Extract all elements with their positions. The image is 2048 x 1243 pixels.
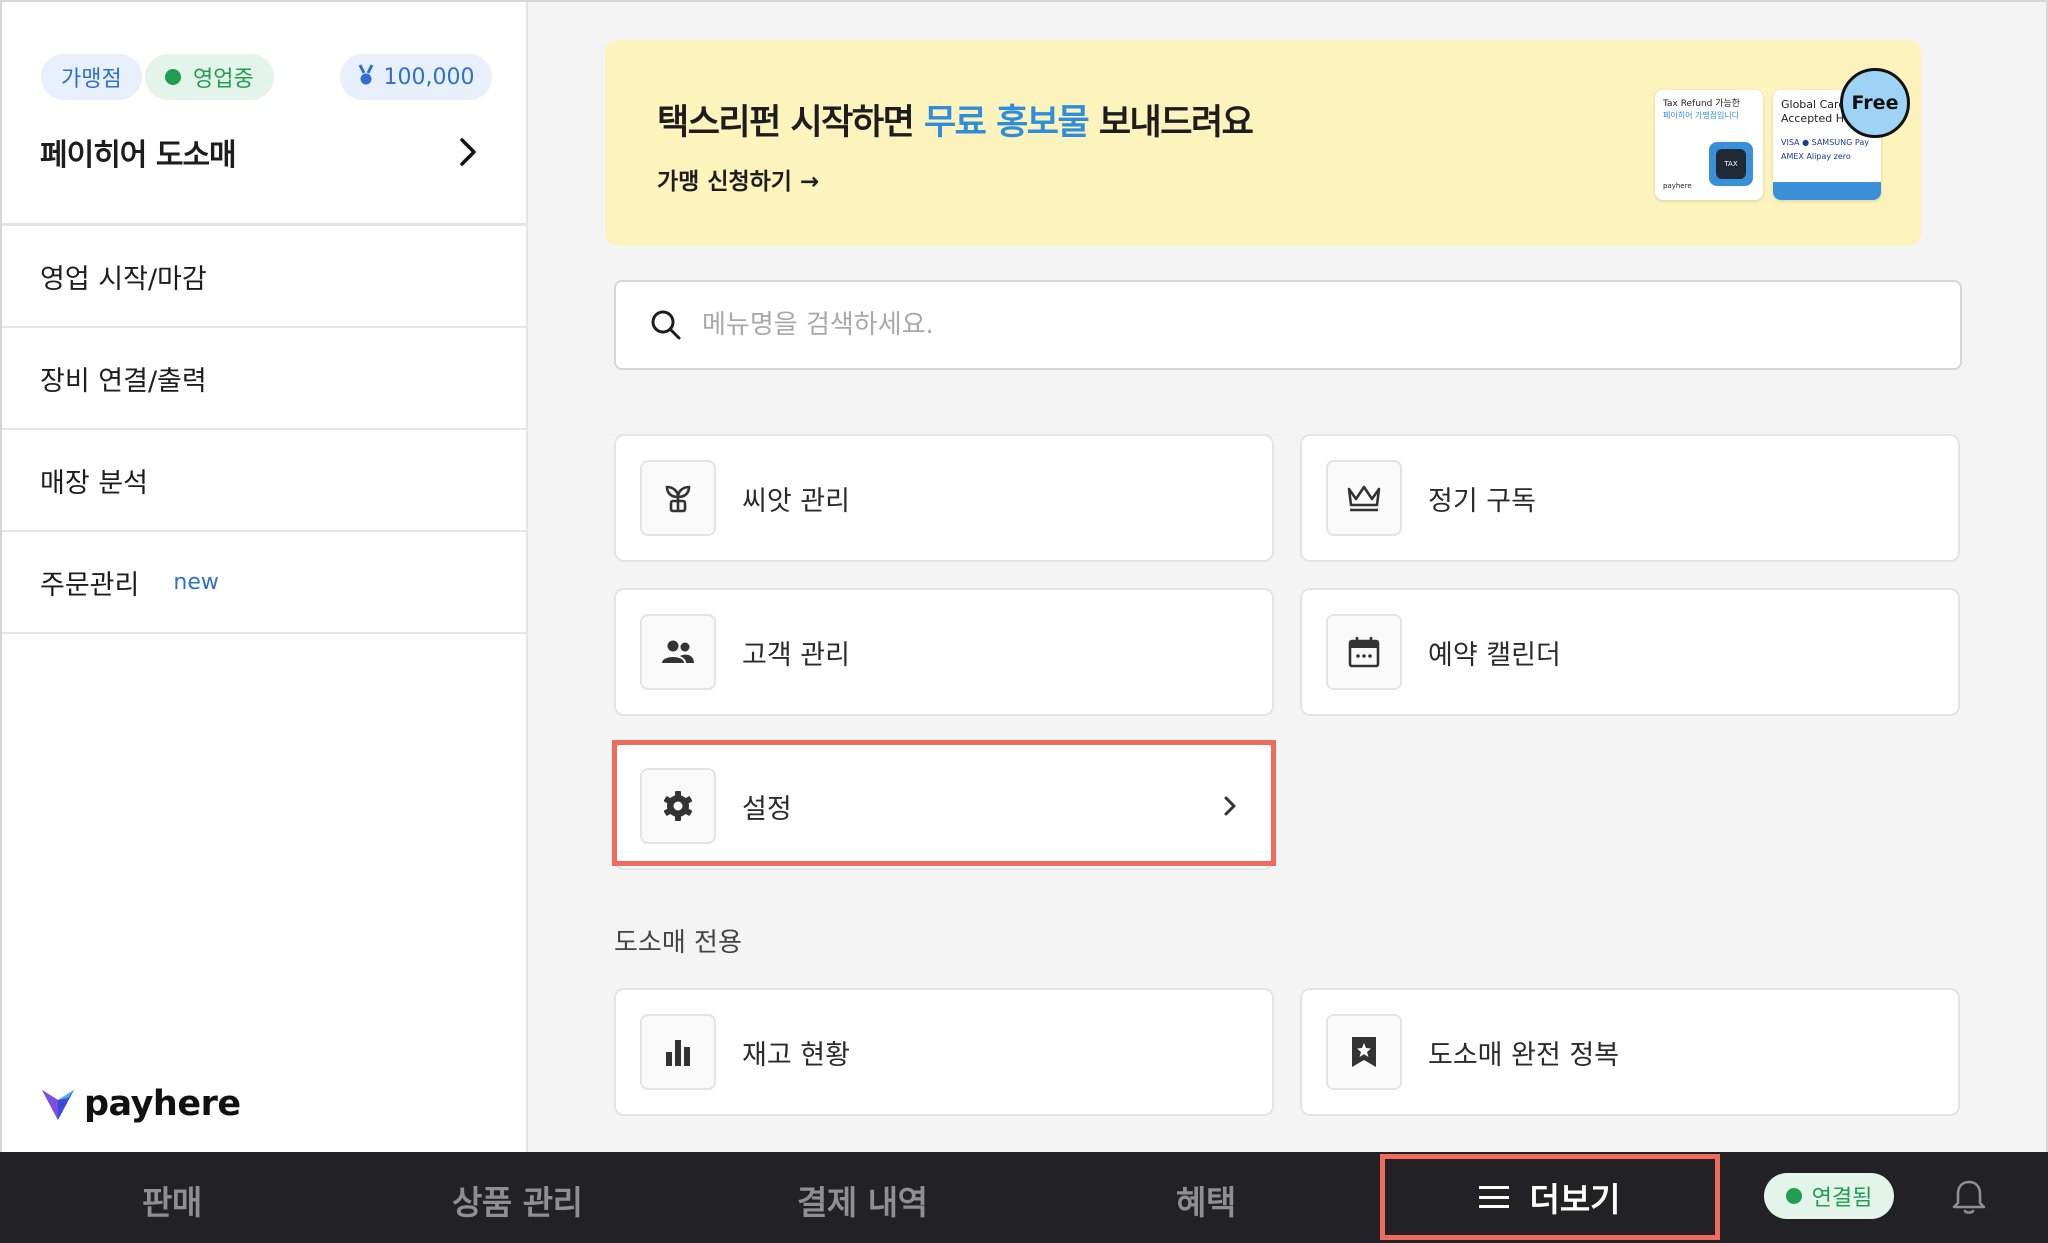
menu-card-label: 예약 캘린더 <box>1428 639 1561 671</box>
tax-refund-card-image: Tax Refund 가능한 페이히어 가맹점입니다 TAX FREE payh… <box>1655 90 1763 200</box>
sidebar-item-label: 영업 시작/마감 <box>40 263 207 295</box>
chevron-right-icon[interactable] <box>450 134 486 170</box>
menu-search-bar[interactable] <box>614 280 1962 370</box>
bottom-nav: 판매 상품 관리 결제 내역 혜택 더보기 연결됨 <box>0 1152 2048 1243</box>
points-value: 100,000 <box>383 64 475 90</box>
sidebar-item-analytics[interactable]: 매장 분석 <box>2 430 526 532</box>
tax-free-badge-label: TAX FREE <box>1716 149 1746 198</box>
nav-tab-benefits[interactable]: 혜택 <box>1176 1176 1236 1224</box>
nav-tab-more-label: 더보기 <box>1529 1180 1621 1219</box>
people-icon <box>640 614 716 690</box>
promo-banner[interactable]: 택스리펀 시작하면 무료 홍보물 보내드려요 가맹 신청하기 → Tax Ref… <box>605 40 1921 246</box>
menu-card-customer[interactable]: 고객 관리 <box>614 588 1274 716</box>
status-dot-icon <box>165 69 181 85</box>
menu-card-reservation[interactable]: 예약 캘린더 <box>1300 588 1960 716</box>
card-a-brand: payhere <box>1663 182 1692 190</box>
sidebar-item-orders[interactable]: 주문관리 new <box>2 532 526 634</box>
search-input[interactable] <box>702 310 1802 340</box>
menu-icon <box>1479 1186 1510 1208</box>
nav-tab-products[interactable]: 상품 관리 <box>452 1176 583 1224</box>
menu-card-label: 정기 구독 <box>1428 485 1536 517</box>
status-badge-label: 영업중 <box>193 67 254 92</box>
menu-card-label: 재고 현황 <box>742 1039 850 1071</box>
calendar-icon <box>1326 614 1402 690</box>
bookmark-star-icon <box>1326 1014 1402 1090</box>
sidebar-item-label: 매장 분석 <box>40 467 148 499</box>
sprout-icon <box>640 460 716 536</box>
banner-title-suffix: 보내드려요 <box>1088 103 1254 143</box>
menu-card-label: 고객 관리 <box>742 639 850 671</box>
menu-card-inventory[interactable]: 재고 현황 <box>614 988 1274 1116</box>
banner-title: 택스리펀 시작하면 무료 홍보물 보내드려요 <box>657 94 1254 145</box>
menu-card-seed[interactable]: 씨앗 관리 <box>614 434 1274 562</box>
nav-tab-payments[interactable]: 결제 내역 <box>797 1176 928 1224</box>
franchise-apply-link[interactable]: 가맹 신청하기 → <box>657 162 819 196</box>
nav-tab-sales[interactable]: 판매 <box>142 1176 202 1224</box>
banner-title-highlight: 무료 홍보물 <box>923 103 1090 143</box>
connection-status-label: 연결됨 <box>1811 1186 1873 1211</box>
menu-card-wholesale-guide[interactable]: 도소매 완전 정복 <box>1300 988 1960 1116</box>
connection-status-badge[interactable]: 연결됨 <box>1764 1173 1894 1219</box>
sidebar-item-business-hours[interactable]: 영업 시작/마감 <box>2 226 526 328</box>
sidebar: 가맹점 영업중 100,000 페이히어 도소매 영업 시작/마감 장비 연결/… <box>2 2 528 1152</box>
settings-highlight-frame <box>612 740 1276 866</box>
menu-card-label: 도소매 완전 정복 <box>1428 1039 1620 1071</box>
free-badge: Free <box>1840 68 1910 138</box>
sidebar-item-label: 장비 연결/출력 <box>40 365 207 397</box>
payhere-logo-icon <box>42 1090 74 1120</box>
medal-icon <box>358 63 374 91</box>
status-dot-icon <box>1785 1188 1802 1204</box>
sidebar-item-label: 주문관리 <box>40 569 140 601</box>
store-name: 페이히어 도소매 <box>40 138 237 173</box>
sidebar-item-devices[interactable]: 장비 연결/출력 <box>2 328 526 430</box>
tax-free-badge: TAX FREE <box>1709 142 1753 198</box>
payhere-logo: payhere <box>40 1084 241 1124</box>
wholesale-section-title: 도소매 전용 <box>614 928 742 958</box>
menu-card-label: 씨앗 관리 <box>742 485 850 517</box>
store-header[interactable]: 가맹점 영업중 100,000 페이히어 도소매 <box>2 2 526 226</box>
logo-text: payhere <box>84 1084 241 1124</box>
points-chip[interactable]: 100,000 <box>340 54 492 100</box>
crown-icon <box>1326 460 1402 536</box>
franchise-chip: 가맹점 <box>41 54 142 100</box>
search-icon <box>651 310 681 340</box>
bell-icon[interactable] <box>1950 1178 1988 1216</box>
new-badge: new <box>173 569 219 595</box>
status-badge: 영업중 <box>145 54 274 100</box>
card-a-sub: 페이히어 가맹점입니다 <box>1663 111 1740 120</box>
card-b-logos: VISA ● SAMSUNG Pay AMEX Alipay zero <box>1781 138 1869 161</box>
card-a-title: Tax Refund 가능한 <box>1663 99 1741 109</box>
bar-chart-icon <box>640 1014 716 1090</box>
banner-title-prefix: 택스리펀 시작하면 <box>657 103 924 143</box>
franchise-chip-label: 가맹점 <box>61 67 122 92</box>
nav-tab-more[interactable]: 더보기 <box>1380 1154 1720 1240</box>
menu-card-subscription[interactable]: 정기 구독 <box>1300 434 1960 562</box>
card-b-footer <box>1773 182 1881 200</box>
